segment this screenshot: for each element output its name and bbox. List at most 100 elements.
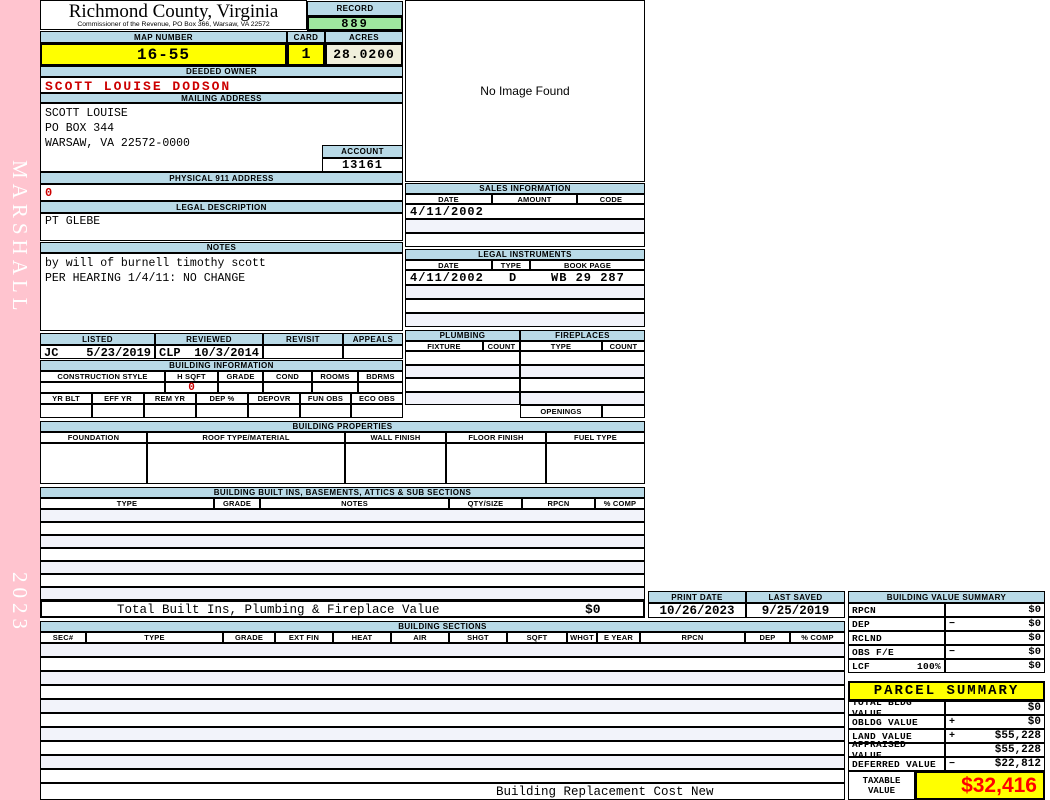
revisit-value — [263, 345, 343, 359]
col-ext-fin: EXT FIN — [275, 632, 333, 643]
li-type-value: D — [509, 271, 516, 285]
bvs-amount: $0 — [1028, 604, 1041, 616]
physical-911-label: PHYSICAL 911 ADDRESS — [40, 172, 403, 184]
col-sec-grade: GRADE — [223, 632, 275, 643]
account-value: 13161 — [322, 158, 403, 172]
col-grade: GRADE — [218, 371, 263, 382]
notes-line: PER HEARING 1/4/11: NO CHANGE — [45, 271, 398, 286]
col-li-date: DATE — [405, 260, 492, 270]
empty-row — [40, 685, 845, 699]
empty-row — [40, 574, 645, 587]
empty-row — [40, 561, 645, 574]
col-cond: COND — [263, 371, 312, 382]
col-dep-pct: DEP % — [196, 393, 248, 404]
sales-information-title: SALES INFORMATION — [405, 183, 645, 194]
ps-amount: $55,228 — [995, 730, 1041, 742]
col-floor-finish: FLOOR FINISH — [446, 432, 546, 443]
col-whgt: WHGT — [567, 632, 597, 643]
empty-cell — [520, 378, 645, 392]
col-h-sqft: H SQFT — [165, 371, 218, 382]
col-eco-obs: ECO OBS — [351, 393, 403, 404]
listed-label: LISTED — [40, 333, 155, 345]
floor-finish-value — [446, 443, 546, 484]
empty-cell — [405, 351, 520, 365]
col-sale-code: CODE — [577, 194, 645, 204]
reviewed-date: 10/3/2014 — [194, 346, 259, 358]
cond-value — [263, 382, 312, 393]
ps-op: + — [949, 717, 955, 728]
ps-amount: $0 — [1028, 702, 1041, 714]
bvs-lcf-pct: 100% — [917, 661, 941, 672]
wall-finish-value — [345, 443, 446, 484]
col-depovr: DEPOVR — [248, 393, 300, 404]
empty-row — [40, 671, 845, 685]
empty-row — [405, 233, 645, 247]
empty-row — [40, 769, 845, 783]
notes-label: NOTES — [40, 242, 403, 253]
construction-style-value — [40, 382, 165, 393]
empty-row — [40, 535, 645, 548]
built-ins-total-value: $0 — [585, 602, 601, 617]
empty-row — [40, 587, 645, 600]
ps-amount: $22,812 — [995, 758, 1041, 770]
built-ins-total-row: Total Built Ins, Plumbing & Fireplace Va… — [40, 600, 645, 618]
taxable-label-line1: TAXABLE — [863, 776, 901, 786]
col-li-type: TYPE — [492, 260, 530, 270]
col-air: AIR — [391, 632, 449, 643]
foundation-value — [40, 443, 147, 484]
building-information-title: BUILDING INFORMATION — [40, 360, 403, 371]
bvs-label-lcf: LCF 100% — [848, 659, 945, 673]
bvs-label: DEP — [848, 617, 945, 631]
li-bookpage-value: WB 29 287 — [551, 271, 625, 285]
empty-row — [405, 219, 645, 233]
empty-row — [40, 727, 845, 741]
roof-type-value — [147, 443, 345, 484]
col-heat: HEAT — [333, 632, 391, 643]
col-yr-blt: YR BLT — [40, 393, 92, 404]
ps-op: + — [949, 731, 955, 742]
last-saved-value: 9/25/2019 — [746, 603, 845, 618]
ps-label: DEFERRED VALUE — [848, 757, 945, 771]
grade-value — [218, 382, 263, 393]
notes-block: by will of burnell timothy scott PER HEA… — [40, 253, 403, 331]
deeded-owner-value: SCOTT LOUISE DODSON — [40, 77, 403, 93]
commissioner-line: Commissioner of the Revenue, PO Box 366,… — [41, 21, 306, 28]
col-rem-yr: REM YR — [144, 393, 196, 404]
ps-value-row: + $0 — [945, 715, 1045, 729]
col-bi-type: TYPE — [40, 498, 214, 509]
col-e-year: E YEAR — [597, 632, 640, 643]
ps-amount: $0 — [1028, 716, 1041, 728]
col-foundation: FOUNDATION — [40, 432, 147, 443]
map-number-value: 16-55 — [40, 43, 287, 66]
building-properties-title: BUILDING PROPERTIES — [40, 421, 645, 432]
property-record-card: MARSHALL 2023 Richmond County, Virginia … — [0, 0, 1050, 800]
fireplaces-title: FIREPLACES — [520, 330, 645, 341]
openings-value — [602, 405, 645, 418]
legal-instruments-title: LEGAL INSTRUMENTS — [405, 249, 645, 260]
bdrms-value — [358, 382, 403, 393]
ps-amount: $55,228 — [995, 744, 1041, 756]
reviewed-label: REVIEWED — [155, 333, 263, 345]
h-sqft-value: 0 — [165, 382, 218, 393]
last-saved-label: LAST SAVED — [746, 591, 845, 603]
building-value-summary-title: BUILDING VALUE SUMMARY — [848, 591, 1045, 603]
empty-cell — [520, 351, 645, 365]
record-value: 889 — [307, 16, 403, 31]
col-sec-rpcn: RPCN — [640, 632, 745, 643]
taxable-label-line2: VALUE — [868, 786, 895, 796]
reviewed-by: CLP — [159, 346, 181, 358]
empty-cell — [405, 365, 520, 378]
col-bi-qty: QTY/SIZE — [449, 498, 522, 509]
title-block: Richmond County, Virginia Commissioner o… — [40, 0, 307, 30]
watermark-name: MARSHALL — [7, 160, 32, 330]
ps-value-row: + $55,228 — [945, 729, 1045, 743]
col-sec-dep: DEP — [745, 632, 790, 643]
record-label: RECORD — [307, 1, 403, 16]
empty-row — [405, 285, 645, 299]
col-li-bookpage: BOOK PAGE — [530, 260, 645, 270]
reviewed-value: CLP 10/3/2014 — [155, 345, 263, 359]
ps-value-row: $55,228 — [945, 743, 1045, 757]
sales-row: 4/11/2002 — [405, 204, 645, 219]
col-wall-finish: WALL FINISH — [345, 432, 446, 443]
empty-row — [40, 755, 845, 769]
